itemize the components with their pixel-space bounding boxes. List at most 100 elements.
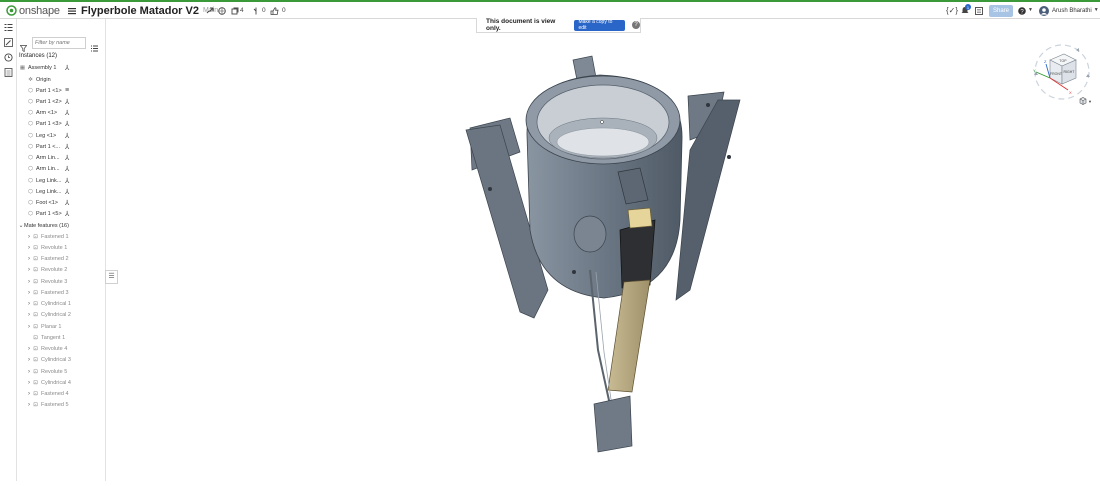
onshape-logo[interactable]: onshape: [6, 2, 60, 19]
instance-row[interactable]: ⬡ Arm <1> ⅄: [17, 108, 106, 119]
part-icon: ⬡: [28, 200, 33, 206]
share-button[interactable]: Share: [989, 5, 1013, 17]
mates-title: Mate features (16): [24, 222, 69, 229]
branches-count: 0: [262, 7, 266, 14]
help-icon[interactable]: ?: [632, 21, 640, 29]
mate-icon: ⊡: [33, 289, 38, 296]
help-menu[interactable]: ? ▼: [1018, 2, 1033, 19]
mate-label: Fastened 5: [41, 402, 69, 409]
mate-connector-icon: ⅄: [65, 200, 70, 207]
panel-icon[interactable]: [975, 2, 983, 19]
mate-connector-icon: ⅄: [65, 211, 70, 219]
mate-connector-icon: ⅄: [65, 64, 70, 72]
chevron-down-icon: ▼: [1093, 7, 1099, 13]
make-copy-button[interactable]: Make a copy to edit: [574, 19, 626, 31]
branches-button[interactable]: 0: [253, 2, 266, 19]
instance-row[interactable]: ⬡ Arm Lin... ⅄: [17, 164, 106, 175]
mate-row[interactable]: › ⊡ Planar 1: [17, 321, 106, 332]
document-title[interactable]: Flyperbole Matador V2: [81, 5, 199, 17]
instance-label: Leg Link...: [36, 188, 62, 195]
mate-label: Tangent 1: [41, 334, 66, 341]
instance-row[interactable]: ⬡ Foot <1> ⅄: [17, 198, 106, 209]
mate-icon: ⊡: [33, 312, 38, 319]
assembly-model[interactable]: [106, 34, 1100, 481]
user-name: Arush Bharathi: [1052, 7, 1092, 14]
link-icon[interactable]: [206, 2, 214, 19]
versions-icon: [231, 7, 239, 14]
mate-row[interactable]: › ⊡ Revolute 3: [17, 276, 106, 287]
mate-icon: ⊡: [33, 402, 38, 409]
feature-list-icon[interactable]: [4, 23, 13, 32]
instance-label: Arm Lin...: [36, 166, 60, 173]
mate-connector-icon: ⅄: [65, 166, 70, 174]
mate-row[interactable]: › ⊡ Fastened 5: [17, 400, 106, 411]
mate-label: Revolute 1: [41, 244, 68, 251]
instance-label: Leg <1>: [36, 132, 57, 139]
instance-label: Leg Link...: [36, 177, 62, 184]
filter-row: [17, 37, 106, 53]
part-icon: ⬡: [28, 155, 33, 161]
mate-row[interactable]: › ⊡ Fastened 2: [17, 254, 106, 265]
instance-label: Arm <1>: [36, 110, 58, 116]
history-icon[interactable]: [4, 53, 13, 62]
instance-row[interactable]: ⬡ Leg <1> ⅄: [17, 130, 106, 141]
part-icon: ⬡: [28, 166, 33, 173]
likes-count: 0: [282, 7, 286, 14]
mate-row[interactable]: › ⊡ Revolute 1: [17, 242, 106, 253]
instance-row[interactable]: ⬡ Part 1 <2> ⅄: [17, 96, 106, 107]
mate-row[interactable]: › ⊡ Fastened 4: [17, 389, 106, 400]
like-button[interactable]: 0: [270, 2, 286, 19]
edit-icon[interactable]: [4, 38, 13, 47]
mate-icon: ⊡: [33, 256, 38, 262]
mate-connector-icon: ⅄: [65, 155, 70, 162]
mate-row[interactable]: › ⊡ Fastened 1: [17, 231, 106, 242]
banner-message: This document is view only.: [486, 18, 556, 32]
instance-label: Foot <1>: [36, 200, 59, 206]
instance-label: Part 1 <...: [36, 143, 60, 150]
instance-row[interactable]: ⬡ Leg Link... ⅄: [17, 175, 106, 186]
instance-row[interactable]: ⬡ Part 1 <1> ≡: [17, 85, 106, 96]
menu-icon[interactable]: [68, 2, 76, 19]
user-menu[interactable]: Arush Bharathi ▼: [1039, 2, 1099, 19]
view-options-menu[interactable]: ▼: [1079, 97, 1092, 105]
versions-button[interactable]: 4: [231, 2, 244, 19]
part-icon: ⬡: [28, 143, 33, 150]
assembly-icon: ▦: [19, 64, 26, 71]
mate-row[interactable]: › ⊡ Cylindrical 4: [17, 377, 106, 388]
graphics-viewport[interactable]: TOP FRONT RIGHT Z X Y ▼: [106, 34, 1100, 481]
fixed-icon: ≡: [65, 87, 70, 94]
assembly-row[interactable]: ▦ Assembly 1 ⅄: [17, 62, 106, 73]
mate-connector-icon: ⅄: [65, 121, 70, 129]
mate-icon: ⊡: [33, 334, 38, 341]
instance-row[interactable]: ⬡ Part 1 <... ⅄: [17, 141, 106, 152]
mate-row[interactable]: › ⊡ Revolute 5: [17, 366, 106, 377]
list-view-icon[interactable]: [91, 39, 98, 57]
bom-icon[interactable]: [4, 68, 13, 77]
code-icon[interactable]: {✓}: [946, 2, 958, 19]
mate-row[interactable]: ⊡ Tangent 1: [17, 332, 106, 343]
view-cube-top-label: TOP: [1059, 59, 1067, 63]
mate-label: Revolute 3: [41, 278, 68, 285]
mate-row[interactable]: › ⊡ Revolute 2: [17, 265, 106, 276]
mate-row[interactable]: › ⊡ Fastened 3: [17, 287, 106, 298]
part-icon: ⬡: [28, 121, 33, 128]
instance-row[interactable]: ⬡ Part 1 <3> ⅄: [17, 119, 106, 130]
avatar: [1039, 5, 1049, 16]
mates-header-row[interactable]: ⌄ Mate features (16): [17, 220, 106, 231]
instances-title: Instances (12): [19, 53, 58, 59]
mate-row[interactable]: › ⊡ Cylindrical 1: [17, 299, 106, 310]
chevron-down-icon: ▼: [1028, 7, 1033, 13]
instance-row[interactable]: ⬡ Part 1 <5> ⅄: [17, 209, 106, 220]
filter-input[interactable]: [32, 37, 86, 49]
mate-row[interactable]: › ⊡ Cylindrical 3: [17, 355, 106, 366]
mate-row[interactable]: › ⊡ Revolute 4: [17, 344, 106, 355]
instance-row[interactable]: ⬡ Leg Link... ⅄: [17, 186, 106, 197]
logo-text: onshape: [19, 4, 60, 17]
globe-icon[interactable]: [218, 2, 226, 19]
assembly-label: Assembly 1: [28, 64, 57, 71]
origin-row[interactable]: ✲ Origin: [17, 74, 106, 85]
instance-row[interactable]: ⬡ Arm Lin... ⅄: [17, 153, 106, 164]
mate-icon: ⊡: [33, 379, 38, 386]
instance-label: Part 1 <2>: [36, 98, 62, 105]
mate-row[interactable]: › ⊡ Cylindrical 2: [17, 310, 106, 321]
